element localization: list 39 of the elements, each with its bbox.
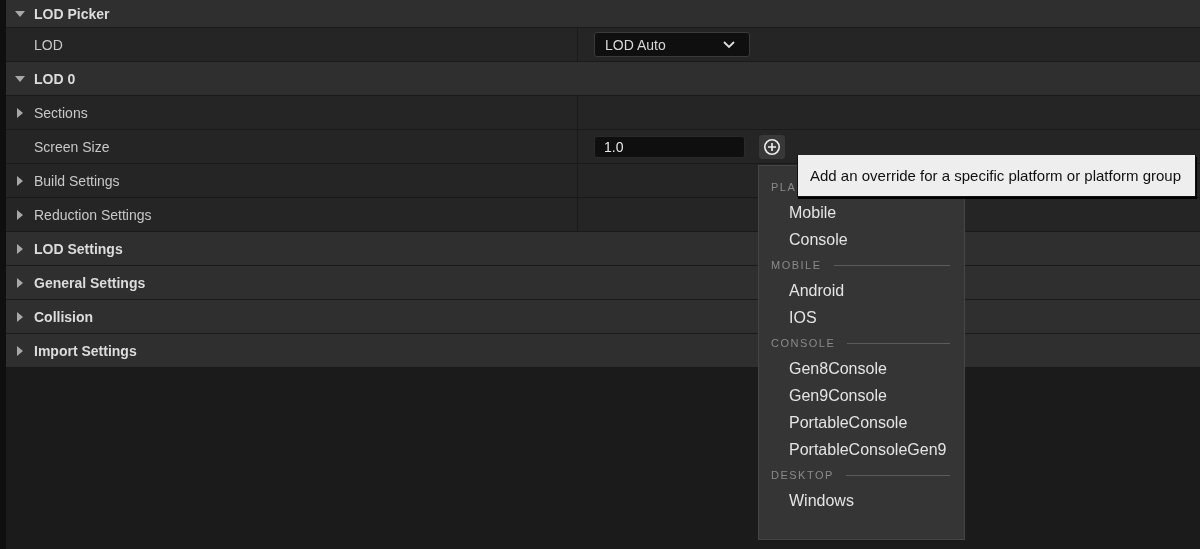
row-label: LOD — [34, 36, 63, 53]
menu-item[interactable]: Gen9Console — [771, 382, 950, 409]
menu-item[interactable]: PortableConsole — [771, 409, 950, 436]
collapsed-arrow-icon[interactable] — [15, 107, 25, 118]
menu-item[interactable]: IOS — [771, 304, 950, 331]
menu-item[interactable]: Console — [771, 226, 950, 253]
row-label: Collision — [34, 308, 94, 325]
screen-size-field[interactable]: 1.0 — [594, 135, 745, 158]
row-label: LOD Settings — [34, 240, 123, 257]
lod-dropdown[interactable]: LOD Auto — [594, 32, 750, 57]
menu-section-header: DESKTOP — [771, 469, 834, 481]
row-label: Import Settings — [34, 342, 137, 359]
menu-item[interactable]: PortableConsoleGen9 — [771, 436, 950, 463]
row-label: LOD 0 — [34, 70, 76, 87]
menu-item[interactable]: Gen8Console — [771, 355, 950, 382]
row-label: Build Settings — [34, 172, 120, 189]
row-label: Reduction Settings — [34, 206, 152, 223]
chevron-down-icon — [723, 40, 735, 49]
plus-circle-icon — [763, 137, 781, 156]
expanded-arrow-icon[interactable] — [15, 8, 25, 19]
row-label: General Settings — [34, 274, 146, 291]
menu-section-header: CONSOLE — [771, 337, 836, 349]
collapsed-arrow-icon[interactable] — [15, 345, 25, 356]
menu-section-header: PLA — [771, 181, 797, 193]
expanded-arrow-icon[interactable] — [15, 73, 25, 84]
collapsed-arrow-icon[interactable] — [15, 311, 25, 322]
menu-item[interactable]: Windows — [771, 487, 950, 514]
collapsed-arrow-icon[interactable] — [15, 277, 25, 288]
row-label: Sections — [34, 104, 88, 121]
tooltip: Add an override for a specific platform or platform group — [797, 155, 1196, 197]
row-label: LOD Picker — [34, 5, 110, 22]
add-override-button[interactable] — [759, 134, 785, 159]
collapsed-arrow-icon[interactable] — [15, 243, 25, 254]
menu-section-header: MOBILE — [771, 259, 822, 271]
row-label: Screen Size — [34, 138, 110, 155]
collapsed-arrow-icon[interactable] — [15, 209, 25, 220]
menu-item[interactable]: Mobile — [771, 199, 950, 226]
collapsed-arrow-icon[interactable] — [15, 175, 25, 186]
menu-item[interactable]: Android — [771, 277, 950, 304]
